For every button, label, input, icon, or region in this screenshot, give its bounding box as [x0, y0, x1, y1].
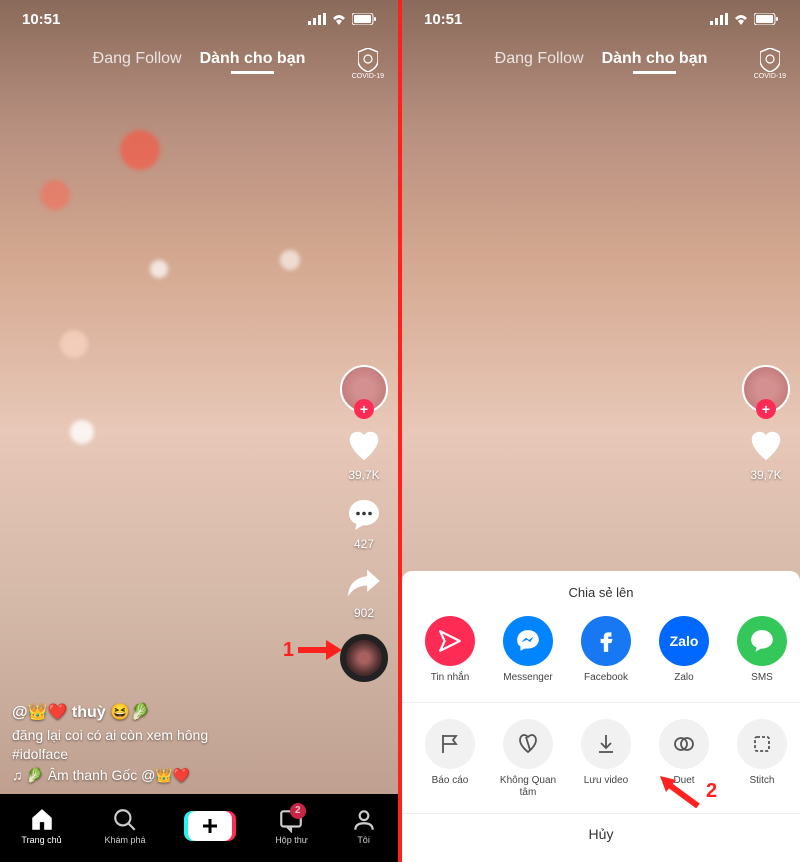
- caption-hashtag[interactable]: #idolface: [12, 746, 318, 762]
- profile-icon: [351, 807, 377, 833]
- share-facebook[interactable]: Facebook: [572, 616, 640, 684]
- plus-icon: [201, 817, 219, 835]
- action-stitch[interactable]: Stitch: [728, 719, 796, 799]
- side-actions: + 39,7K 427 902: [340, 365, 388, 682]
- comment-count: 427: [354, 537, 374, 551]
- caption-music[interactable]: ♫ 🥬 Âm thanh Gốc @👑❤️: [12, 767, 318, 784]
- search-icon: [112, 807, 138, 833]
- status-time: 10:51: [22, 11, 60, 28]
- signal-icon: [308, 13, 326, 25]
- status-indicators: [710, 13, 778, 25]
- wifi-icon: [733, 13, 749, 25]
- like-button[interactable]: 39,7K: [345, 427, 383, 482]
- comment-icon: [346, 497, 382, 533]
- phone-left: 10:51 Đang Follow Dành cho bạn COVID-19 …: [0, 0, 398, 862]
- video-caption: @👑❤️ thuỳ 😆🥬 đăng lại coi có ai còn xem …: [12, 702, 318, 784]
- zalo-icon: Zalo: [659, 616, 709, 666]
- share-button[interactable]: 902: [345, 565, 383, 620]
- nav-profile[interactable]: Tôi: [351, 807, 377, 845]
- action-report[interactable]: Báo cáo: [416, 719, 484, 799]
- caption-text: đăng lại coi có ai còn xem hông: [12, 727, 318, 743]
- annotation-1: 1: [283, 638, 342, 662]
- action-save-video[interactable]: Lưu video: [572, 719, 640, 799]
- action-not-interested[interactable]: Không Quan tâm: [494, 719, 562, 799]
- status-bar: 10:51: [0, 0, 398, 38]
- creator-avatar[interactable]: +: [340, 365, 388, 413]
- download-icon: [594, 732, 618, 756]
- follow-plus-icon[interactable]: +: [756, 399, 776, 419]
- home-icon: [29, 807, 55, 833]
- annotation-2: 2: [658, 774, 717, 808]
- covid-badge[interactable]: COVID-19: [754, 48, 786, 80]
- music-disc[interactable]: [340, 634, 388, 682]
- share-row-apps[interactable]: Tin nhắn Messenger Facebook Zalo Zalo SM…: [402, 616, 800, 684]
- share-sms[interactable]: SMS: [728, 616, 796, 684]
- share-icon: [345, 565, 383, 603]
- status-time: 10:51: [424, 11, 462, 28]
- caption-username[interactable]: @👑❤️ thuỳ 😆🥬: [12, 702, 318, 722]
- bottom-nav: Trang chủ Khám phá Hộp thư 2 Tôi: [0, 794, 398, 862]
- wifi-icon: [331, 13, 347, 25]
- messenger-icon: [515, 628, 541, 654]
- follow-plus-icon[interactable]: +: [354, 399, 374, 419]
- like-button[interactable]: 39,7K: [747, 427, 785, 482]
- heart-icon: [345, 427, 383, 465]
- tab-following[interactable]: Đang Follow: [495, 50, 584, 68]
- like-count: 39,7K: [348, 468, 379, 482]
- share-count: 902: [354, 606, 374, 620]
- heart-icon: [747, 427, 785, 465]
- share-messages[interactable]: Tin nhắn: [416, 616, 484, 684]
- tab-following[interactable]: Đang Follow: [93, 50, 182, 68]
- share-title: Chia sẻ lên: [402, 585, 800, 600]
- like-count: 39,7K: [750, 468, 781, 482]
- status-indicators: [308, 13, 376, 25]
- sms-icon: [749, 628, 775, 654]
- tab-for-you[interactable]: Dành cho bạn: [200, 50, 306, 68]
- cancel-button[interactable]: Hủy: [402, 813, 800, 842]
- status-bar: 10:51: [402, 0, 800, 38]
- nav-home[interactable]: Trang chủ: [21, 807, 61, 845]
- side-actions: + 39,7K: [742, 365, 790, 482]
- stitch-icon: [750, 732, 774, 756]
- share-zalo[interactable]: Zalo Zalo: [650, 616, 718, 684]
- battery-icon: [352, 13, 376, 25]
- battery-icon: [754, 13, 778, 25]
- heart-broken-icon: [516, 732, 540, 756]
- phone-right: 10:51 Đang Follow Dành cho bạn COVID-19 …: [402, 0, 800, 862]
- inbox-badge: 2: [290, 803, 306, 819]
- share-row-actions[interactable]: Báo cáo Không Quan tâm Lưu video Duet St…: [402, 702, 800, 799]
- share-sheet: Chia sẻ lên Tin nhắn Messenger Facebook …: [402, 571, 800, 862]
- nav-create[interactable]: [188, 811, 232, 841]
- nav-discover[interactable]: Khám phá: [104, 807, 145, 845]
- covid-badge[interactable]: COVID-19: [352, 48, 384, 80]
- facebook-icon: [593, 628, 619, 654]
- feed-tabs: Đang Follow Dành cho bạn: [0, 50, 398, 68]
- comment-button[interactable]: 427: [345, 496, 383, 551]
- duet-icon: [672, 732, 696, 756]
- creator-avatar[interactable]: +: [742, 365, 790, 413]
- tab-for-you[interactable]: Dành cho bạn: [602, 50, 708, 68]
- signal-icon: [710, 13, 728, 25]
- share-messenger[interactable]: Messenger: [494, 616, 562, 684]
- feed-tabs: Đang Follow Dành cho bạn: [402, 50, 800, 68]
- send-icon: [437, 628, 463, 654]
- flag-icon: [438, 732, 462, 756]
- nav-inbox[interactable]: Hộp thư 2: [275, 807, 308, 845]
